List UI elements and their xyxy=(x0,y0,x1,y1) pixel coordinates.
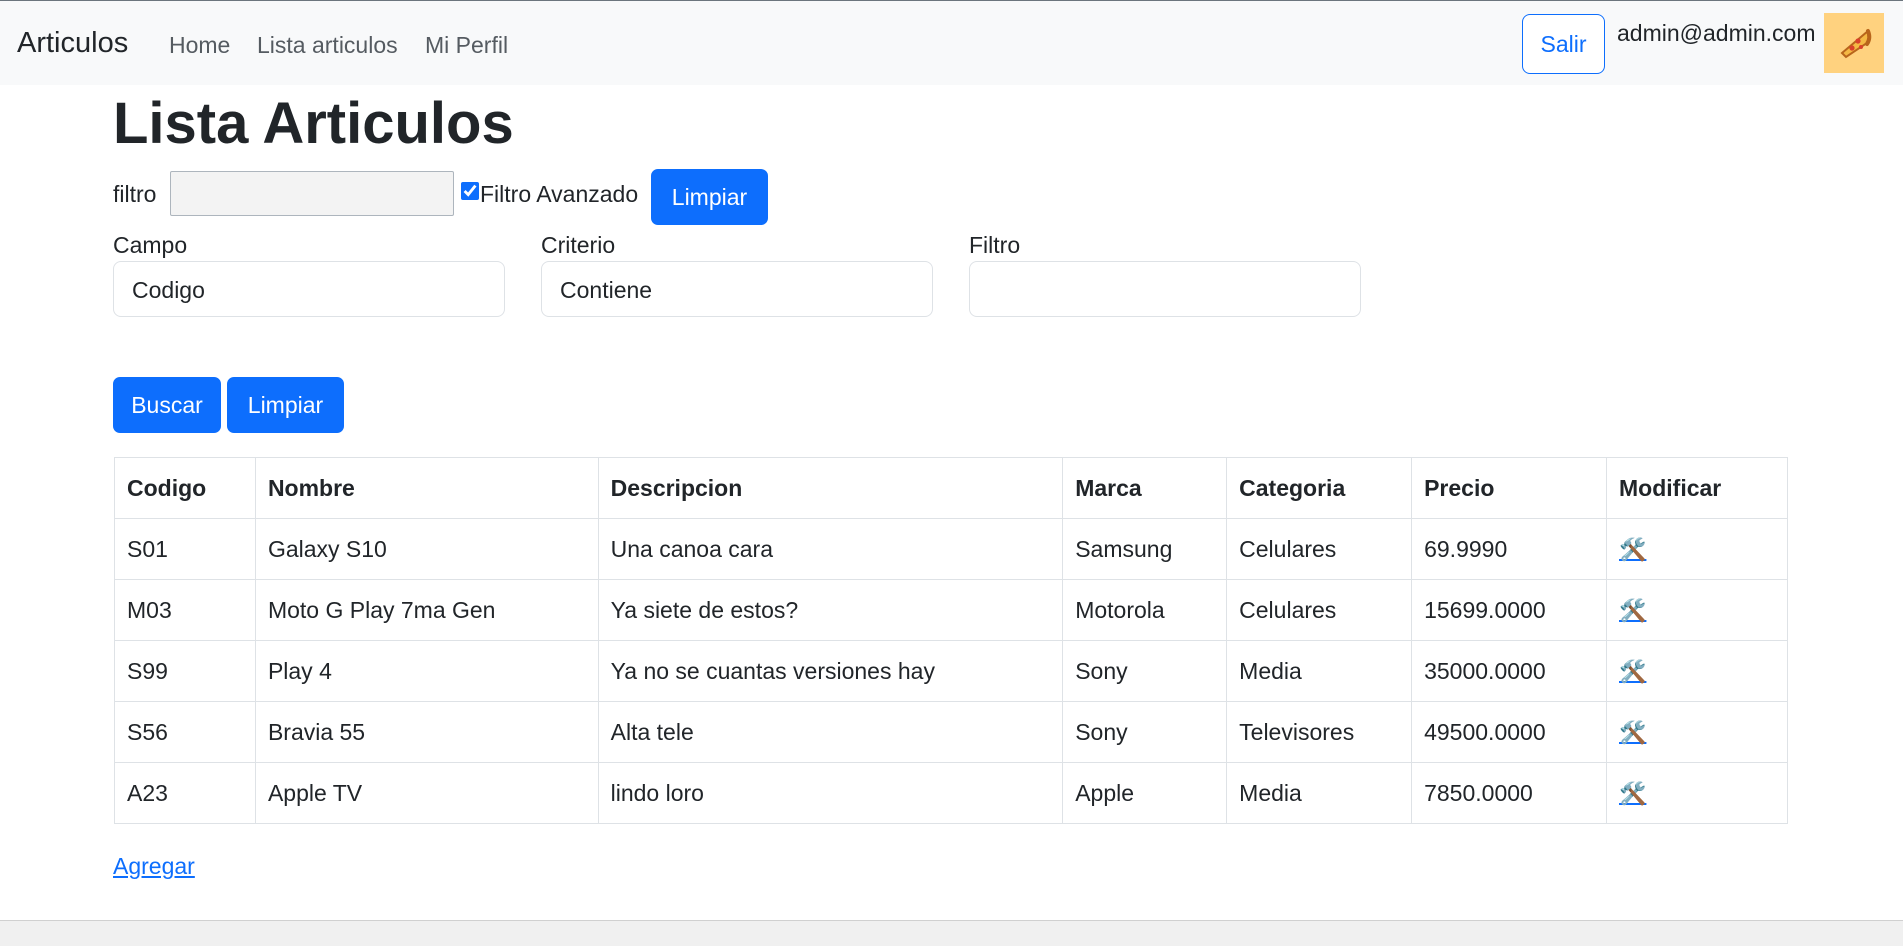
cell-codigo: S56 xyxy=(114,701,256,763)
cell-categoria: Media xyxy=(1226,762,1413,824)
edit-link[interactable]: 🛠️ xyxy=(1619,720,1646,746)
cell-nombre: Galaxy S10 xyxy=(254,518,599,580)
edit-link[interactable]: 🛠️ xyxy=(1619,598,1646,624)
cell-precio: 15699.0000 xyxy=(1411,579,1608,641)
navbar: Articulos Home Lista articulos Mi Perfil… xyxy=(0,0,1903,85)
cell-categoria: Media xyxy=(1226,640,1413,702)
nav-link-home[interactable]: Home xyxy=(169,32,230,59)
campo-label: Campo xyxy=(113,232,188,258)
table-row: S01 Galaxy S10 Una canoa cara Samsung Ce… xyxy=(114,518,1788,580)
cell-descripcion: Ya siete de estos? xyxy=(597,579,1064,641)
cell-nombre: Play 4 xyxy=(254,640,599,702)
criterio-select[interactable]: Contiene xyxy=(541,261,933,317)
cell-modificar: 🛠️ xyxy=(1606,518,1788,580)
articles-table: Codigo Nombre Descripcion Marca Categori… xyxy=(114,457,1788,824)
tools-icon: 🛠️ xyxy=(1619,597,1647,623)
cell-marca: Motorola xyxy=(1062,579,1228,641)
cell-precio: 49500.0000 xyxy=(1411,701,1608,763)
edit-link[interactable]: 🛠️ xyxy=(1619,781,1646,807)
cell-nombre: Moto G Play 7ma Gen xyxy=(254,579,599,641)
cell-modificar: 🛠️ xyxy=(1606,701,1788,763)
cell-modificar: 🛠️ xyxy=(1606,579,1788,641)
tools-icon: 🛠️ xyxy=(1619,536,1647,562)
table-row: M03 Moto G Play 7ma Gen Ya siete de esto… xyxy=(114,579,1788,641)
header-nombre: Nombre xyxy=(254,457,599,519)
header-modificar: Modificar xyxy=(1606,457,1788,519)
cell-codigo: A23 xyxy=(114,762,256,824)
cell-marca: Sony xyxy=(1062,701,1228,763)
table-row: S99 Play 4 Ya no se cuantas versiones ha… xyxy=(114,640,1788,702)
user-email: admin@admin.com xyxy=(1617,20,1816,46)
filter-input[interactable] xyxy=(170,171,454,216)
clear-filter-button[interactable]: Limpiar xyxy=(651,169,768,225)
campo-select[interactable]: Codigo xyxy=(113,261,505,317)
cell-precio: 69.9990 xyxy=(1411,518,1608,580)
nav-link-lista-articulos[interactable]: Lista articulos xyxy=(257,32,398,59)
header-codigo: Codigo xyxy=(114,457,256,519)
avatar[interactable] xyxy=(1824,13,1884,73)
filter-label: filtro xyxy=(113,181,157,207)
header-precio: Precio xyxy=(1411,457,1608,519)
cell-modificar: 🛠️ xyxy=(1606,762,1788,824)
cell-codigo: S99 xyxy=(114,640,256,702)
cell-descripcion: Alta tele xyxy=(597,701,1064,763)
table-row: S56 Bravia 55 Alta tele Sony Televisores… xyxy=(114,701,1788,763)
navbar-brand[interactable]: Articulos xyxy=(17,27,128,60)
cell-categoria: Celulares xyxy=(1226,579,1413,641)
logout-button[interactable]: Salir xyxy=(1522,14,1605,74)
header-marca: Marca xyxy=(1062,457,1228,519)
tools-icon: 🛠️ xyxy=(1619,719,1647,745)
cell-descripcion: lindo loro xyxy=(597,762,1064,824)
cell-codigo: S01 xyxy=(114,518,256,580)
cell-descripcion: Una canoa cara xyxy=(597,518,1064,580)
bottom-scrollbar[interactable] xyxy=(0,920,1903,946)
criterio-label: Criterio xyxy=(541,232,616,258)
filtro-avanzado-input[interactable] xyxy=(969,261,1361,317)
header-categoria: Categoria xyxy=(1226,457,1413,519)
table-header-row: Codigo Nombre Descripcion Marca Categori… xyxy=(114,457,1788,519)
header-descripcion: Descripcion xyxy=(597,457,1064,519)
pizza-icon xyxy=(1840,29,1872,59)
advanced-filter-label: Filtro Avanzado xyxy=(480,181,639,207)
edit-link[interactable]: 🛠️ xyxy=(1619,659,1646,685)
search-button[interactable]: Buscar xyxy=(113,377,221,433)
cell-categoria: Celulares xyxy=(1226,518,1413,580)
cell-descripcion: Ya no se cuantas versiones hay xyxy=(597,640,1064,702)
cell-marca: Apple xyxy=(1062,762,1228,824)
tools-icon: 🛠️ xyxy=(1619,780,1647,806)
cell-nombre: Apple TV xyxy=(254,762,599,824)
nav-link-mi-perfil[interactable]: Mi Perfil xyxy=(425,32,508,59)
cell-modificar: 🛠️ xyxy=(1606,640,1788,702)
advanced-filter-checkbox[interactable] xyxy=(461,182,479,200)
filtro-avanzado-label: Filtro xyxy=(969,232,1021,258)
cell-marca: Samsung xyxy=(1062,518,1228,580)
table-row: A23 Apple TV lindo loro Apple Media 7850… xyxy=(114,762,1788,824)
add-article-link[interactable]: Agregar xyxy=(113,853,195,880)
cell-marca: Sony xyxy=(1062,640,1228,702)
cell-precio: 7850.0000 xyxy=(1411,762,1608,824)
cell-categoria: Televisores xyxy=(1226,701,1413,763)
edit-link[interactable]: 🛠️ xyxy=(1619,537,1646,563)
tools-icon: 🛠️ xyxy=(1619,658,1647,684)
cell-precio: 35000.0000 xyxy=(1411,640,1608,702)
cell-codigo: M03 xyxy=(114,579,256,641)
clear-button[interactable]: Limpiar xyxy=(227,377,344,433)
page-title: Lista Articulos xyxy=(113,91,514,156)
cell-nombre: Bravia 55 xyxy=(254,701,599,763)
